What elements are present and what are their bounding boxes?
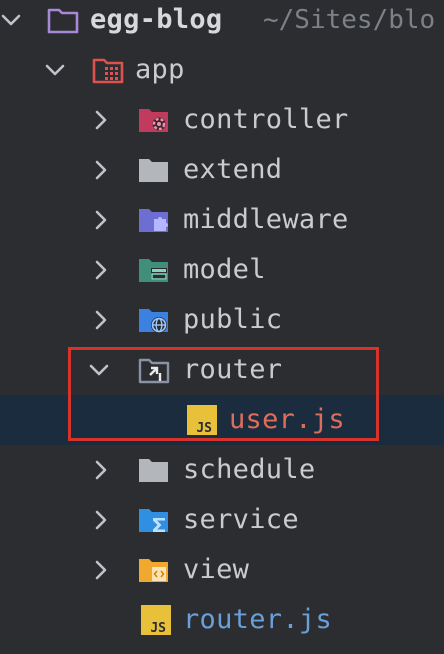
tree-row-service[interactable]: service: [0, 495, 444, 545]
app-label: app: [135, 54, 185, 85]
chevron-down-icon[interactable]: [0, 0, 22, 45]
folder-label: model: [183, 254, 266, 285]
tree-row-view[interactable]: view: [0, 545, 444, 595]
tree-row-public[interactable]: public: [0, 295, 444, 345]
folder-controller-icon: [137, 103, 171, 137]
folder-middleware-icon: [137, 203, 171, 237]
folder-label: middleware: [183, 204, 349, 235]
svg-text:JS: JS: [150, 621, 166, 636]
app-folder-icon: [91, 53, 125, 87]
chevron-right-icon[interactable]: [90, 445, 112, 495]
chevron-right-icon[interactable]: [90, 295, 112, 345]
folder-model-icon: [137, 253, 171, 287]
folder-label: view: [183, 554, 250, 585]
folder-icon: [137, 453, 171, 487]
tree-row-project-root[interactable]: egg-blog ~/Sites/blo: [0, 0, 444, 45]
chevron-right-icon[interactable]: [90, 145, 112, 195]
tree-row-extend[interactable]: extend: [0, 145, 444, 195]
folder-service-icon: [137, 503, 171, 537]
js-file-icon: JS: [185, 403, 219, 437]
tree-row-schedule[interactable]: schedule: [0, 445, 444, 495]
folder-icon: [46, 3, 80, 37]
project-name: egg-blog: [90, 4, 223, 35]
svg-text:JS: JS: [196, 421, 212, 436]
folder-label: extend: [183, 154, 283, 185]
tree-row-router-js[interactable]: JS router.js: [0, 595, 444, 645]
tree-row-controller[interactable]: controller: [0, 95, 444, 145]
folder-label: schedule: [183, 454, 316, 485]
chevron-right-icon[interactable]: [90, 245, 112, 295]
folder-public-icon: [137, 303, 171, 337]
file-label: user.js: [229, 404, 345, 435]
folder-icon: [137, 153, 171, 187]
tree-row-middleware[interactable]: middleware: [0, 195, 444, 245]
folder-view-icon: [137, 553, 171, 587]
file-label: router.js: [183, 604, 332, 635]
project-tree: egg-blog ~/Sites/blo app controller exte…: [0, 0, 444, 654]
chevron-right-icon[interactable]: [90, 95, 112, 145]
folder-router-icon: [137, 353, 171, 387]
chevron-right-icon[interactable]: [90, 545, 112, 595]
chevron-down-icon[interactable]: [88, 345, 110, 395]
tree-row-app[interactable]: app: [0, 45, 444, 95]
tree-row-router[interactable]: router: [0, 345, 444, 395]
project-path: ~/Sites/blo: [263, 5, 436, 35]
folder-label: router: [183, 354, 283, 385]
tree-row-model[interactable]: model: [0, 245, 444, 295]
tree-row-user-js[interactable]: JS user.js: [0, 395, 444, 445]
folder-label: service: [183, 504, 299, 535]
chevron-right-icon[interactable]: [90, 495, 112, 545]
chevron-right-icon[interactable]: [90, 195, 112, 245]
folder-label: controller: [183, 104, 349, 135]
folder-label: public: [183, 304, 283, 335]
js-file-icon: JS: [139, 603, 173, 637]
chevron-down-icon[interactable]: [44, 45, 66, 95]
